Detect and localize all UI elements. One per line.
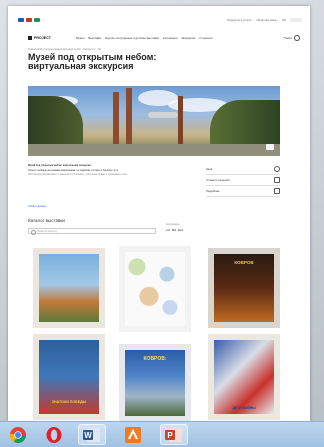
sort-controls: А-Я Я-А Дата	[166, 230, 183, 232]
nav-item[interactable]: Коллекции	[163, 36, 177, 40]
taskbar-empty-area	[200, 424, 320, 445]
catalog-card[interactable]	[33, 248, 105, 328]
side-action-row[interactable]: Отзывы и рецензии	[206, 175, 280, 186]
chrome-taskbar-button[interactable]	[4, 424, 32, 445]
logo-mark-icon	[28, 36, 32, 40]
side-action-row[interactable]: Цена	[206, 164, 280, 175]
nav-item[interactable]: Выставки	[88, 36, 101, 40]
taskbar: W P	[0, 421, 324, 447]
xmind-icon	[125, 426, 141, 443]
catalog-card[interactable]: ЗНАТОКИ ПОБЕДЫ	[33, 334, 105, 420]
info-icon	[274, 166, 280, 172]
powerpoint-taskbar-button[interactable]: P	[160, 424, 188, 445]
catalog-search-input[interactable]: Поиск по каталогу	[28, 228, 156, 235]
catalog-card[interactable]: КОВРОВ:	[119, 344, 191, 421]
login-button[interactable]	[290, 18, 302, 22]
search-icon[interactable]	[294, 35, 300, 41]
top-utility-bar: Продукты и услуги Обратная связь RU	[18, 16, 302, 24]
nav-item[interactable]: О проекте	[199, 36, 213, 40]
description: Музей под открытым небом: виртуальная эк…	[28, 164, 178, 178]
card-image	[125, 252, 185, 326]
catalog-card[interactable]: ДЕТИ ВОЙНЫ	[208, 334, 280, 420]
card-image	[39, 254, 99, 322]
catalog-card[interactable]	[119, 246, 191, 332]
gallery-icon[interactable]	[266, 144, 274, 150]
side-action-label: Подробнее	[206, 189, 220, 193]
catalog-title: Каталог выставки	[28, 218, 65, 223]
catalog-card[interactable]: КОВРОВ	[208, 248, 280, 328]
warning-icon	[274, 188, 280, 194]
nav-item[interactable]: Экскурсии	[181, 36, 195, 40]
description-text: Проект посвящён ветеранам-ковровчанам: и…	[28, 168, 119, 172]
card-title: ЗНАТОКИ ПОБЕДЫ	[51, 400, 87, 404]
opera-icon	[46, 426, 62, 443]
word-taskbar-button[interactable]: W	[78, 424, 106, 445]
side-action-label: Цена	[206, 167, 213, 171]
card-title: КОВРОВ	[234, 260, 254, 265]
top-link[interactable]: RU	[282, 18, 286, 22]
side-action-row[interactable]: Подробнее	[206, 186, 280, 197]
hero-image[interactable]	[28, 86, 280, 156]
sort-option[interactable]: Я-А	[172, 230, 176, 232]
description-text: Экспозиция рассказывает о знаменитых зем…	[28, 173, 128, 177]
opera-taskbar-button[interactable]	[40, 424, 68, 445]
page-title: Музей под открытым небом: виртуальная эк…	[28, 52, 157, 71]
brand-name: PROJECT	[34, 36, 51, 40]
share-icon	[274, 177, 280, 183]
side-actions: Цена Отзывы и рецензии Подробнее	[206, 164, 280, 197]
nav-item[interactable]: Научно-популярные и детские выставки	[105, 36, 159, 40]
browser-page: Продукты и услуги Обратная связь RU PROJ…	[8, 6, 310, 421]
word-icon: W	[83, 427, 100, 442]
breadcrumb[interactable]: Ковровский историко-мемориальный музей ·…	[28, 48, 101, 51]
card-title: КОВРОВ:	[143, 356, 167, 362]
sort-label: Сортировать	[166, 224, 180, 226]
description-lead: Музей под открытым небом: виртуальная эк…	[28, 164, 91, 167]
search-icon	[31, 230, 36, 235]
nav-item[interactable]: Музеи	[76, 36, 84, 40]
site-logo[interactable]: PROJECT	[28, 36, 51, 40]
powerpoint-icon: P	[165, 427, 182, 442]
chrome-icon	[9, 426, 26, 443]
side-action-label: Отзывы и рецензии	[206, 178, 230, 182]
read-more-link[interactable]: Читать далее ›	[28, 204, 47, 208]
svg-text:P: P	[167, 431, 173, 440]
svg-text:W: W	[84, 431, 92, 440]
xmind-taskbar-button[interactable]	[119, 424, 147, 445]
top-link[interactable]: Обратная связь	[256, 18, 277, 22]
search-label[interactable]: Поиск	[284, 36, 292, 40]
sort-option[interactable]: А-Я	[166, 230, 170, 232]
card-title: ДЕТИ ВОЙНЫ	[232, 406, 256, 410]
sort-option[interactable]: Дата	[178, 230, 183, 232]
top-link[interactable]: Продукты и услуги	[227, 18, 251, 22]
partner-logos	[18, 18, 40, 22]
catalog-search-placeholder: Поиск по каталогу	[37, 230, 58, 233]
nav-menu: Музеи Выставки Научно-популярные и детск…	[76, 36, 213, 40]
main-nav: PROJECT Музеи Выставки Научно-популярные…	[28, 34, 300, 42]
card-image	[214, 340, 274, 414]
